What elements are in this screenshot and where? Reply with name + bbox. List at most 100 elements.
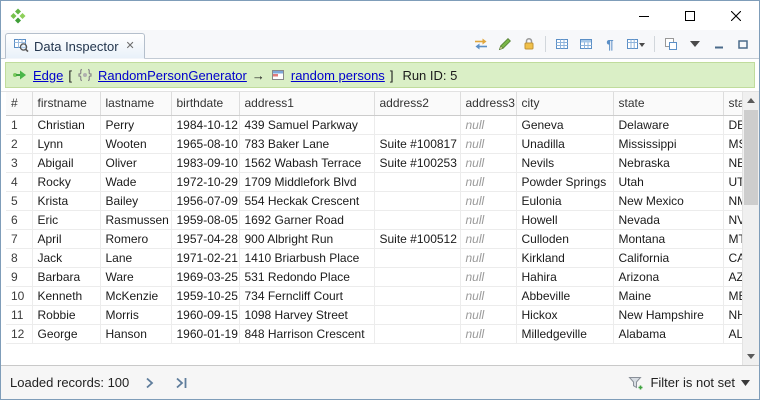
table-cell[interactable]: 734 Ferncliff Court bbox=[239, 286, 375, 306]
table-cell[interactable]: Ware bbox=[100, 267, 172, 287]
table-cell[interactable]: null bbox=[460, 210, 517, 230]
table-cell[interactable]: 531 Redondo Place bbox=[239, 267, 375, 287]
table-cell[interactable]: 900 Albright Run bbox=[239, 229, 375, 249]
table-row[interactable]: 11 Robbie Morris 1960-09-15 1098 Harvey Stre… bbox=[6, 305, 742, 325]
table-cell[interactable]: Robbie bbox=[32, 305, 101, 325]
table-cell[interactable]: Abbeville bbox=[516, 286, 614, 306]
table-cell[interactable]: Oliver bbox=[100, 153, 172, 173]
table-cell[interactable]: null bbox=[460, 153, 517, 173]
table-cell[interactable]: Alabama bbox=[613, 324, 724, 344]
table-cell[interactable]: Milledgeville bbox=[516, 324, 614, 344]
table-cell[interactable]: Abigail bbox=[32, 153, 101, 173]
table-cell[interactable]: 783 Baker Lane bbox=[239, 134, 375, 154]
table-cell[interactable]: CA bbox=[723, 248, 742, 268]
table-cell[interactable]: 1959-10-25 bbox=[171, 286, 240, 306]
tab-data-inspector[interactable]: Data Inspector ✕ bbox=[5, 33, 145, 59]
table-view-button[interactable] bbox=[575, 33, 597, 55]
table-cell[interactable]: null bbox=[460, 286, 517, 306]
table-row[interactable]: 3 Abigail Oliver 1983-09-10 1562 Wabash Terr… bbox=[6, 153, 742, 173]
table-cell[interactable]: George bbox=[32, 324, 101, 344]
table-cell[interactable]: Morris bbox=[100, 305, 172, 325]
table-cell[interactable]: Powder Springs bbox=[516, 172, 614, 192]
table-cell[interactable]: 1562 Wabash Terrace bbox=[239, 153, 375, 173]
table-cell[interactable] bbox=[374, 210, 461, 230]
table-cell[interactable]: Suite #100817 bbox=[374, 134, 461, 154]
table-cell[interactable]: 1960-01-19 bbox=[171, 324, 240, 344]
table-cell[interactable]: Hahira bbox=[516, 267, 614, 287]
table-cell[interactable]: Eulonia bbox=[516, 191, 614, 211]
table-cell[interactable]: Hickox bbox=[516, 305, 614, 325]
table-cell[interactable]: Eric bbox=[32, 210, 101, 230]
vertical-scrollbar[interactable] bbox=[742, 92, 759, 365]
table-cell[interactable]: Suite #100253 bbox=[374, 153, 461, 173]
edit-button[interactable] bbox=[494, 33, 516, 55]
table-cell[interactable]: null bbox=[460, 248, 517, 268]
table-cell[interactable]: Delaware bbox=[613, 115, 724, 135]
table-cell[interactable]: Lynn bbox=[32, 134, 101, 154]
window-close-button[interactable] bbox=[713, 1, 759, 30]
table-cell[interactable]: Maine bbox=[613, 286, 724, 306]
table-cell[interactable]: Perry bbox=[100, 115, 172, 135]
table-cell[interactable]: null bbox=[460, 191, 517, 211]
table-cell[interactable]: California bbox=[613, 248, 724, 268]
table-row[interactable]: 8 Jack Lane 1971-02-21 1410 Briarbush Place n… bbox=[6, 248, 742, 268]
table-cell[interactable]: null bbox=[460, 267, 517, 287]
scroll-down-button[interactable] bbox=[743, 348, 759, 365]
show-whitespace-button[interactable]: ¶ bbox=[599, 33, 621, 55]
table-cell[interactable]: 1709 Middlefork Blvd bbox=[239, 172, 375, 192]
component-link[interactable]: RandomPersonGenerator bbox=[98, 68, 247, 83]
table-cell[interactable]: Nebraska bbox=[613, 153, 724, 173]
table-cell[interactable]: Nevada bbox=[613, 210, 724, 230]
table-cell[interactable] bbox=[374, 248, 461, 268]
table-cell[interactable]: Lane bbox=[100, 248, 172, 268]
open-new-window-button[interactable] bbox=[660, 33, 682, 55]
fetch-next-button[interactable] bbox=[139, 372, 161, 394]
table-cell[interactable]: NE bbox=[723, 153, 742, 173]
table-cell[interactable]: Suite #100512 bbox=[374, 229, 461, 249]
table-row[interactable]: 12 George Hanson 1960-01-19 848 Harrison Cre… bbox=[6, 324, 742, 344]
table-cell[interactable]: Jack bbox=[32, 248, 101, 268]
table-cell[interactable]: Hanson bbox=[100, 324, 172, 344]
tab-close-icon[interactable]: ✕ bbox=[124, 40, 137, 53]
fetch-all-button[interactable] bbox=[171, 372, 193, 394]
window-maximize-button[interactable] bbox=[667, 1, 713, 30]
table-cell[interactable]: 1956-07-09 bbox=[171, 191, 240, 211]
table-cell[interactable] bbox=[374, 305, 461, 325]
table-cell[interactable]: 554 Heckak Crescent bbox=[239, 191, 375, 211]
table-cell[interactable]: Barbara bbox=[32, 267, 101, 287]
table-cell[interactable]: 1410 Briarbush Place bbox=[239, 248, 375, 268]
column-header[interactable]: city bbox=[516, 92, 614, 116]
table-cell[interactable]: MS bbox=[723, 134, 742, 154]
column-header[interactable]: address2 bbox=[374, 92, 461, 116]
column-header[interactable]: firstname bbox=[32, 92, 101, 116]
table-cell[interactable]: April bbox=[32, 229, 101, 249]
table-cell[interactable]: 1984-10-12 bbox=[171, 115, 240, 135]
table-cell[interactable]: Geneva bbox=[516, 115, 614, 135]
lock-button[interactable] bbox=[518, 33, 540, 55]
table-cell[interactable]: AZ bbox=[723, 267, 742, 287]
table-cell[interactable]: Kenneth bbox=[32, 286, 101, 306]
table-row[interactable]: 5 Krista Bailey 1956-07-09 554 Heckak Cresce… bbox=[6, 191, 742, 211]
table-cell[interactable]: Unadilla bbox=[516, 134, 614, 154]
table-row[interactable]: 6 Eric Rasmussen 1959-08-05 1692 Garner Road… bbox=[6, 210, 742, 230]
table-cell[interactable]: Bailey bbox=[100, 191, 172, 211]
grid-view-button[interactable] bbox=[551, 33, 573, 55]
table-cell[interactable]: AL bbox=[723, 324, 742, 344]
table-cell[interactable]: Kirkland bbox=[516, 248, 614, 268]
table-cell[interactable]: Montana bbox=[613, 229, 724, 249]
scrollbar-thumb[interactable] bbox=[744, 110, 758, 205]
table-cell[interactable] bbox=[374, 267, 461, 287]
table-cell[interactable]: 1098 Harvey Street bbox=[239, 305, 375, 325]
table-cell[interactable]: McKenzie bbox=[100, 286, 172, 306]
table-cell[interactable]: null bbox=[460, 115, 517, 135]
table-cell[interactable]: Wooten bbox=[100, 134, 172, 154]
table-row[interactable]: 4 Rocky Wade 1972-10-29 1709 Middlefork Blvd… bbox=[6, 172, 742, 192]
table-cell[interactable]: 1969-03-25 bbox=[171, 267, 240, 287]
table-cell[interactable]: ME bbox=[723, 286, 742, 306]
table-row[interactable]: 1 Christian Perry 1984-10-12 439 Samuel Park… bbox=[6, 115, 742, 135]
table-cell[interactable]: MT bbox=[723, 229, 742, 249]
maximize-view-button[interactable] bbox=[732, 33, 754, 55]
table-cell[interactable]: DE bbox=[723, 115, 742, 135]
port-link[interactable]: random persons bbox=[291, 68, 385, 83]
table-cell[interactable]: Mississippi bbox=[613, 134, 724, 154]
